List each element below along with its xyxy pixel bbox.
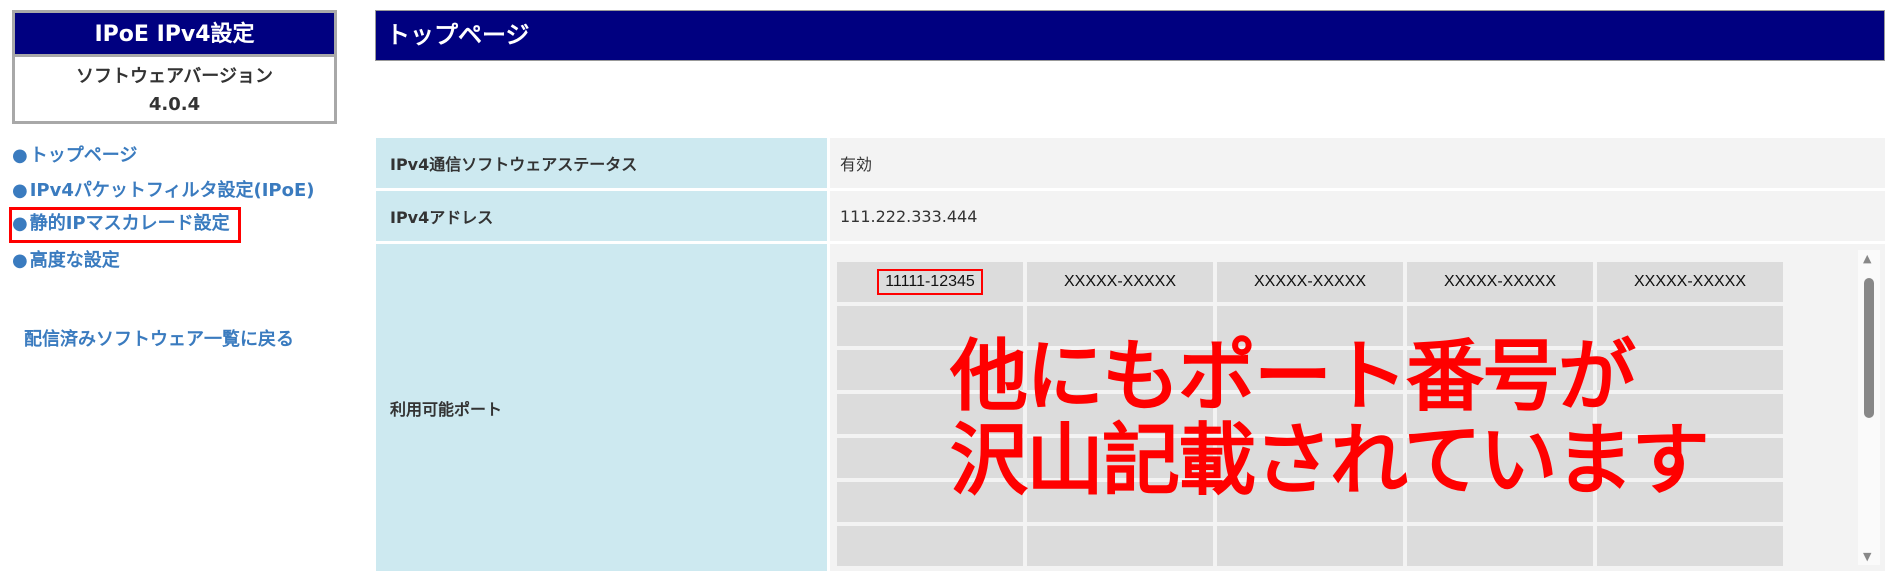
nav-label: トップページ [29, 145, 138, 166]
sidebar-item-top[interactable]: ● トップページ [12, 138, 315, 173]
software-version: ソフトウェアバージョン 4.0.4 [15, 57, 334, 119]
back-to-software-list-link[interactable]: 配信済みソフトウェア一覧に戻る [24, 325, 294, 351]
bullet-icon: ● [12, 145, 28, 166]
nav-label: 高度な設定 [29, 250, 120, 271]
port-cell: XXXXX-XXXXX [1027, 262, 1213, 302]
nav-label: 静的IPマスカレード設定 [29, 213, 230, 234]
version-label: ソフトウェアバージョン [76, 66, 273, 87]
row-label: IPv4アドレス [376, 191, 827, 241]
port-cell: XXXXX-XXXXX [1407, 262, 1593, 302]
port-cell: 11111-12345 [837, 262, 1023, 302]
scrollbar[interactable]: ▲ ▼ [1858, 250, 1880, 565]
ipv4-address-value: 111.222.333.444 [830, 191, 1885, 241]
annotation-line: 沢山記載されています [950, 416, 1710, 506]
version-number: 4.0.4 [148, 94, 201, 115]
bullet-icon: ● [12, 213, 28, 234]
scroll-thumb[interactable] [1864, 278, 1874, 418]
row-label: 利用可能ポート [376, 244, 827, 571]
annotation-text: 他にもポート番号が 沢山記載されています [950, 332, 1710, 506]
app-title: IPoE IPv4設定 [15, 13, 334, 57]
bullet-icon: ● [12, 180, 28, 201]
annotation-line: 他にもポート番号が [950, 332, 1636, 422]
sidebar-info-box: IPoE IPv4設定 ソフトウェアバージョン 4.0.4 [12, 10, 337, 124]
port-range: XXXXX-XXXXX [1443, 273, 1557, 290]
table-row: IPv4アドレス 111.222.333.444 [376, 191, 1885, 241]
port-cell [1027, 526, 1213, 566]
port-range: 11111-12345 [877, 269, 983, 295]
port-cell [837, 526, 1023, 566]
port-range: XXXXX-XXXXX [1063, 273, 1177, 290]
port-cell [1597, 526, 1783, 566]
sidebar-nav: ● トップページ ● IPv4パケットフィルタ設定(IPoE) ● 静的IPマスカレー… [9, 138, 315, 278]
port-cell: XXXXX-XXXXX [1217, 262, 1403, 302]
port-cell [1407, 526, 1593, 566]
nav-label: IPv4パケットフィルタ設定(IPoE) [29, 180, 315, 201]
scroll-up-icon[interactable]: ▲ [1863, 252, 1871, 265]
table-row: IPv4通信ソフトウェアステータス 有効 [376, 138, 1885, 188]
port-cell: XXXXX-XXXXX [1597, 262, 1783, 302]
bullet-icon: ● [12, 250, 28, 271]
port-cell [1217, 526, 1403, 566]
scroll-down-icon[interactable]: ▼ [1863, 550, 1871, 563]
sidebar-item-static-masquerade[interactable]: ● 静的IPマスカレード設定 [9, 207, 241, 243]
port-range: XXXXX-XXXXX [1633, 273, 1747, 290]
sidebar-item-packet-filter[interactable]: ● IPv4パケットフィルタ設定(IPoE) [12, 173, 315, 208]
status-value: 有効 [830, 138, 1885, 188]
sidebar-item-advanced[interactable]: ● 高度な設定 [12, 243, 315, 278]
port-range: XXXXX-XXXXX [1253, 273, 1367, 290]
row-label: IPv4通信ソフトウェアステータス [376, 138, 827, 188]
page-title: トップページ [375, 10, 1885, 61]
